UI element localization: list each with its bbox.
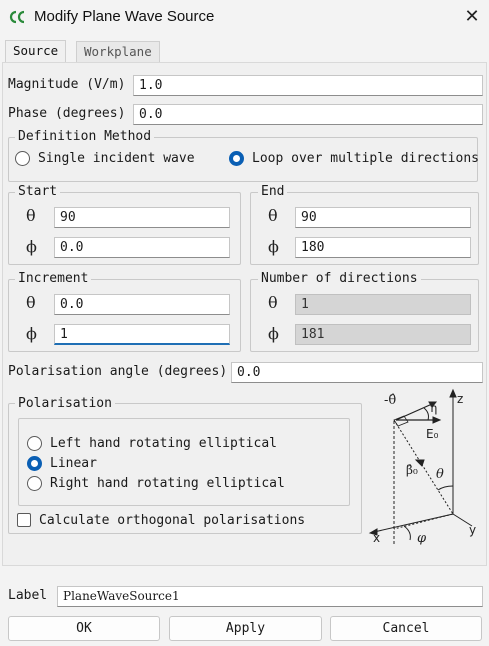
end-theta-input[interactable]: 90 (295, 207, 471, 228)
number-of-directions-title: Number of directions (258, 272, 421, 286)
magnitude-label: Magnitude (V/m) (8, 77, 126, 92)
loop-directions-radio[interactable] (229, 151, 244, 166)
increment-title: Increment (15, 272, 92, 286)
linear-radio[interactable] (27, 456, 42, 471)
beta0-label: β̂₀ (406, 463, 418, 477)
eta-label: η (430, 401, 437, 415)
phase-input[interactable]: 0.0 (133, 104, 483, 125)
apply-button[interactable]: Apply (169, 616, 322, 641)
left-hand-elliptical-label[interactable]: Left hand rotating elliptical (50, 436, 277, 451)
end-phi-symbol: ϕ (268, 237, 279, 256)
left-hand-elliptical-radio[interactable] (27, 436, 42, 451)
label-input[interactable]: PlaneWaveSource1 (57, 586, 483, 607)
x-axis-label: x (373, 531, 380, 545)
polarisation-angle-label: Polarisation angle (degrees) (8, 364, 228, 379)
single-incident-radio[interactable] (15, 151, 30, 166)
end-phi-input[interactable]: 180 (295, 237, 471, 258)
y-axis-label: y (469, 523, 476, 537)
linear-label[interactable]: Linear (50, 456, 97, 471)
directions-phi-symbol: ϕ (268, 324, 279, 343)
tab-workplane[interactable]: Workplane (76, 41, 160, 63)
app-logo-icon (9, 10, 25, 24)
magnitude-input[interactable]: 1.0 (133, 75, 483, 96)
ok-button[interactable]: OK (8, 616, 160, 641)
z-axis-label: z (457, 392, 463, 406)
e0-label: E₀ (426, 427, 439, 441)
right-hand-elliptical-radio[interactable] (27, 476, 42, 491)
directions-phi-value: 181 (295, 324, 471, 345)
orthogonal-polarisations-checkbox[interactable] (17, 513, 31, 527)
start-theta-symbol: θ (26, 206, 36, 225)
single-incident-label[interactable]: Single incident wave (38, 151, 195, 166)
theta-angle-label: θ (436, 467, 444, 482)
end-title: End (258, 185, 288, 199)
start-title: Start (15, 185, 61, 199)
directions-theta-value: 1 (295, 294, 471, 315)
increment-phi-symbol: ϕ (26, 324, 37, 343)
close-icon[interactable]: ✕ (462, 6, 482, 26)
start-theta-input[interactable]: 90 (54, 207, 230, 228)
label-field-label: Label (8, 588, 48, 603)
cancel-button[interactable]: Cancel (330, 616, 482, 641)
directions-theta-symbol: θ (268, 293, 278, 312)
increment-phi-input[interactable]: 1 (54, 324, 230, 345)
start-phi-symbol: ϕ (26, 237, 37, 256)
polarisation-title: Polarisation (15, 397, 115, 411)
definition-method-title: Definition Method (15, 130, 155, 144)
increment-theta-symbol: θ (26, 293, 36, 312)
right-hand-elliptical-label[interactable]: Right hand rotating elliptical (50, 476, 285, 491)
start-phi-input[interactable]: 0.0 (54, 237, 230, 258)
loop-directions-label[interactable]: Loop over multiple directions (252, 151, 479, 166)
tab-source[interactable]: Source (5, 40, 67, 64)
neg-theta-hat-label: -θ̂ (384, 393, 396, 408)
phi-angle-label: φ (417, 531, 427, 546)
plane-wave-diagram: -θ̂ η z E₀ β̂₀ θ x φ y (368, 388, 476, 546)
window-title: Modify Plane Wave Source (34, 8, 215, 25)
phase-label: Phase (degrees) (8, 106, 126, 121)
polarisation-angle-input[interactable]: 0.0 (231, 362, 483, 383)
increment-theta-input[interactable]: 0.0 (54, 294, 230, 315)
orthogonal-polarisations-label[interactable]: Calculate orthogonal polarisations (39, 513, 305, 528)
end-theta-symbol: θ (268, 206, 278, 225)
